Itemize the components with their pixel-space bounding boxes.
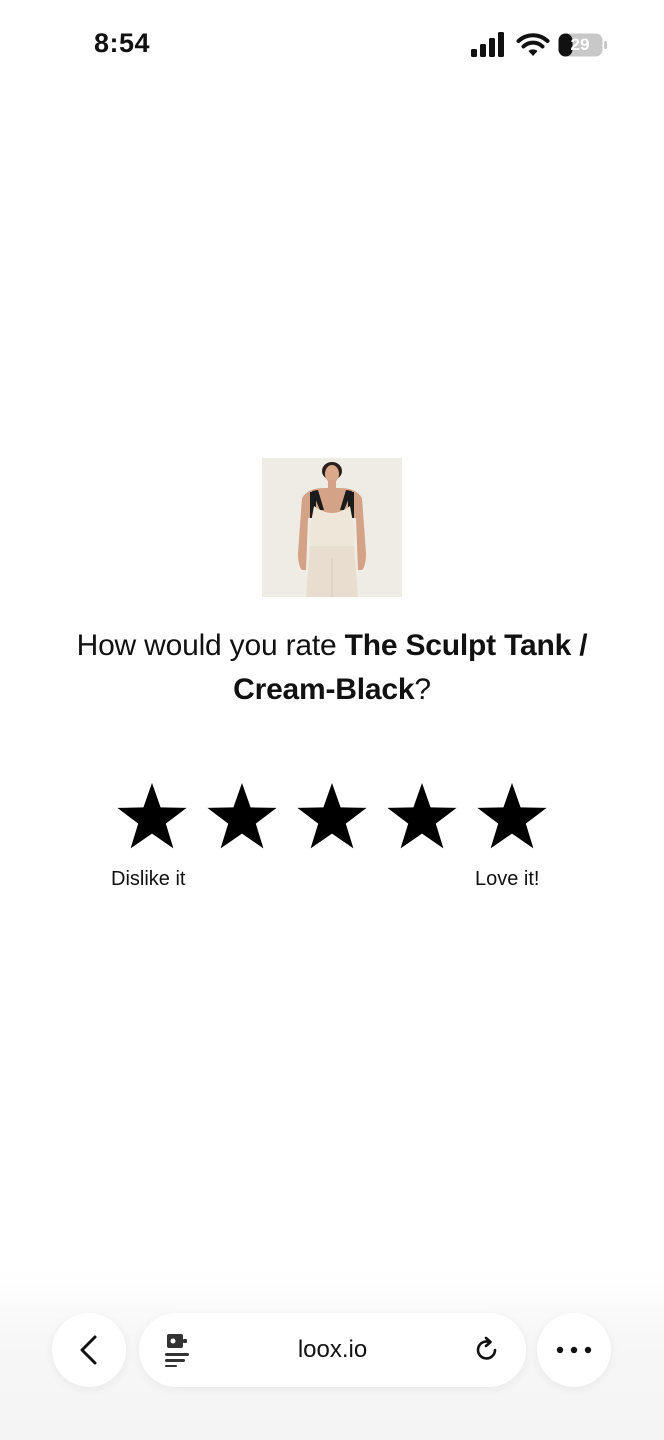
page: 8:54 29 How would you rate The Sculpt Ta…: [0, 0, 664, 1440]
product-image: [262, 458, 402, 597]
star-1-button[interactable]: [116, 782, 188, 850]
reload-icon[interactable]: [473, 1336, 501, 1364]
question-prefix: How would you rate: [76, 629, 345, 662]
star-icon: [387, 783, 457, 849]
wifi-icon: [516, 33, 550, 56]
back-button[interactable]: [52, 1313, 126, 1387]
star-3-button[interactable]: [296, 782, 368, 850]
star-5-button[interactable]: [476, 782, 548, 850]
rating-high-label: Love it!: [475, 868, 540, 890]
more-icon: [556, 1346, 592, 1354]
status-time: 8:54: [94, 28, 151, 58]
status-bar: 8:54 29: [0, 0, 664, 92]
star-4-button[interactable]: [386, 782, 458, 850]
product-photo: [262, 458, 402, 597]
rating-question: How would you rate The Sculpt Tank / Cre…: [40, 624, 624, 712]
back-chevron-icon: [80, 1335, 97, 1365]
rating-low-label: Dislike it: [111, 868, 186, 890]
more-button[interactable]: [537, 1313, 611, 1387]
star-icon: [117, 783, 187, 849]
star-icon: [297, 783, 367, 849]
address-bar[interactable]: loox.io: [139, 1313, 526, 1387]
question-suffix: ?: [414, 673, 431, 706]
reader-icon[interactable]: [163, 1333, 191, 1367]
star-icon: [477, 783, 547, 849]
url-text[interactable]: loox.io: [259, 1336, 406, 1364]
battery-level: 29: [570, 35, 590, 54]
signal-icon: [471, 32, 504, 57]
star-2-button[interactable]: [206, 782, 278, 850]
star-rating: [116, 782, 548, 852]
star-icon: [207, 783, 277, 849]
